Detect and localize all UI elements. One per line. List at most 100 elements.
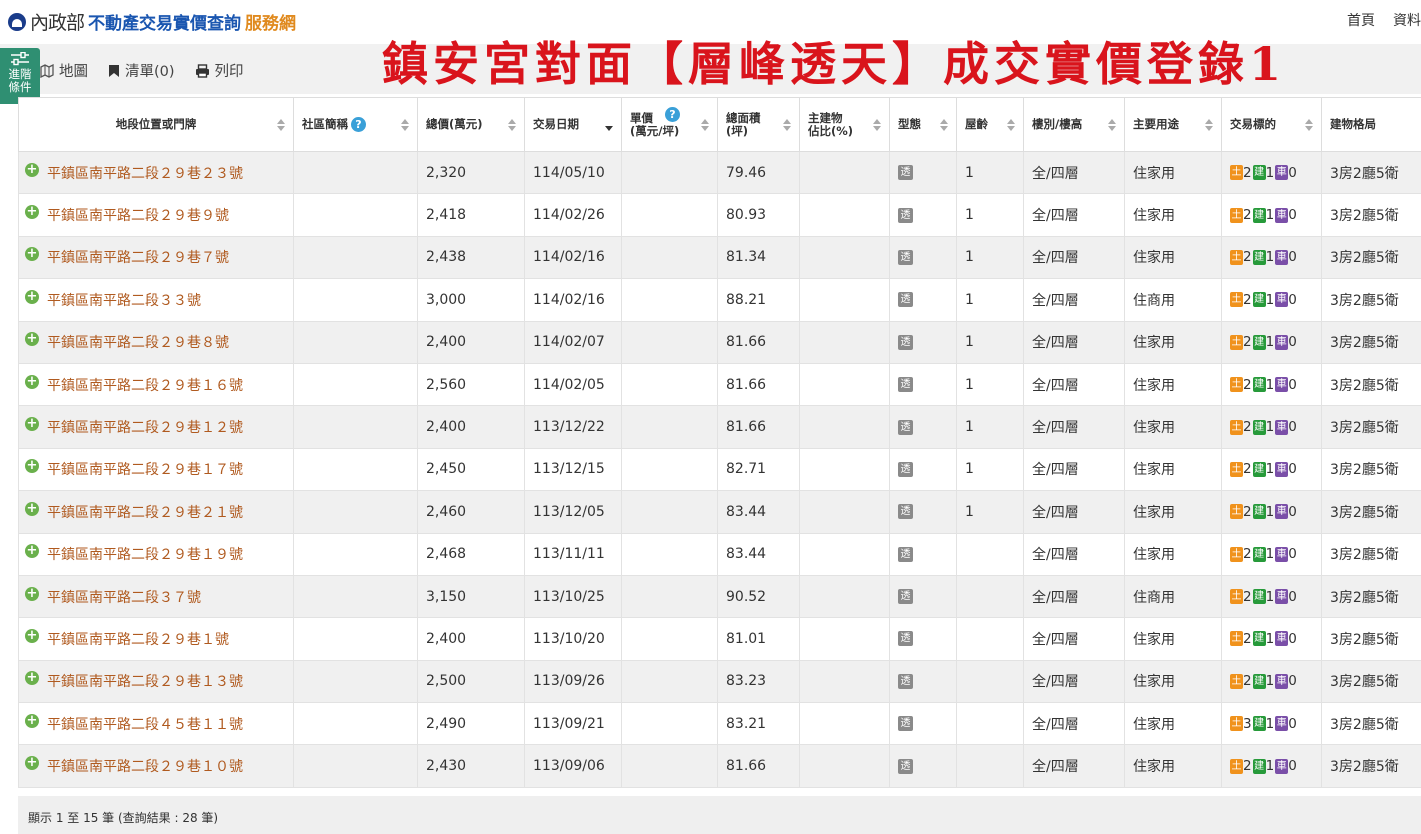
parking-count: 0 — [1288, 673, 1297, 690]
expand-plus-icon[interactable]: + — [25, 162, 39, 177]
cell-address[interactable]: + 平鎮區南平路二段２９巷８號 — [18, 320, 294, 364]
expand-plus-icon[interactable]: + — [25, 374, 39, 389]
cell-address[interactable]: + 平鎮區南平路二段２９巷１０號 — [18, 744, 294, 788]
col-address[interactable]: 地段位置或門牌 — [18, 97, 294, 152]
expand-plus-icon[interactable]: + — [25, 205, 39, 220]
cell-age: 1 — [956, 278, 1024, 322]
map-button[interactable]: 地圖 — [40, 60, 88, 81]
address-text[interactable]: 平鎮區南平路二段２９巷１號 — [47, 632, 229, 648]
col-usage[interactable]: 主要用途 — [1124, 97, 1222, 152]
cell-address[interactable]: + 平鎮區南平路二段２９巷１號 — [18, 617, 294, 661]
cell-address[interactable]: + 平鎮區南平路二段３７號 — [18, 574, 294, 619]
help-icon[interactable]: ? — [351, 117, 366, 132]
cell-target: 土2建1車0 — [1221, 447, 1322, 492]
table-row[interactable]: + 平鎮區南平路二段２９巷９號 2,418 114/02/26 80.93 透 1 全/四層住… — [18, 193, 1421, 237]
expand-plus-icon[interactable]: + — [25, 332, 39, 347]
cell-address[interactable]: + 平鎮區南平路二段２９巷２３號 — [18, 150, 294, 195]
address-text[interactable]: 平鎮區南平路二段４５巷１１號 — [47, 717, 243, 733]
townhouse-type-badge: 透 — [898, 546, 913, 562]
cell-main-ratio — [799, 617, 890, 661]
cell-type: 透 — [889, 659, 957, 704]
col-age[interactable]: 屋齡 — [956, 97, 1024, 152]
col-type[interactable]: 型態 — [889, 97, 957, 152]
expand-plus-icon[interactable]: + — [25, 501, 39, 516]
help-icon[interactable]: ? — [665, 107, 680, 122]
nav-data[interactable]: 資料 — [1393, 10, 1421, 30]
table-row[interactable]: + 平鎮區南平路二段２９巷２３號 2,320 114/05/10 79.46 透 1 全/四層… — [18, 150, 1421, 195]
land-tag-icon: 土 — [1230, 419, 1243, 435]
expand-plus-icon[interactable]: + — [25, 289, 39, 304]
address-text[interactable]: 平鎮區南平路二段２９巷７號 — [47, 250, 229, 266]
col-main-ratio[interactable]: 主建物 佔比(%) — [799, 97, 890, 152]
pagination-summary: 顯示 1 至 15 筆 (查詢結果 : 28 筆) — [28, 811, 219, 825]
address-text[interactable]: 平鎮區南平路二段２９巷１９號 — [47, 547, 243, 563]
address-text[interactable]: 平鎮區南平路二段２９巷１２號 — [47, 420, 243, 436]
list-button[interactable]: 清單(0) — [108, 60, 175, 81]
expand-plus-icon[interactable]: + — [25, 671, 39, 686]
address-text[interactable]: 平鎮區南平路二段３７號 — [47, 590, 201, 606]
parking-count: 0 — [1288, 249, 1297, 266]
table-row[interactable]: + 平鎮區南平路二段２９巷１９號 2,468 113/11/11 83.44 透 全/四層住… — [18, 532, 1421, 576]
address-text[interactable]: 平鎮區南平路二段２９巷１６號 — [47, 378, 243, 394]
land-count: 2 — [1243, 164, 1252, 181]
address-text[interactable]: 平鎮區南平路二段２９巷２３號 — [47, 166, 243, 182]
address-text[interactable]: 平鎮區南平路二段２９巷１７號 — [47, 462, 243, 478]
col-layout[interactable]: 建物格局 — [1321, 97, 1421, 152]
col-total-price[interactable]: 總價(萬元) — [417, 97, 525, 152]
parking-tag-icon: 車 — [1275, 546, 1289, 562]
cell-address[interactable]: + 平鎮區南平路二段２９巷１６號 — [18, 362, 294, 407]
address-text[interactable]: 平鎮區南平路二段２９巷８號 — [47, 335, 229, 351]
cell-address[interactable]: + 平鎮區南平路二段２９巷９號 — [18, 193, 294, 237]
table-row[interactable]: + 平鎮區南平路二段２９巷１０號 2,430 113/09/06 81.66 透 全/四層住… — [18, 744, 1421, 788]
expand-plus-icon[interactable]: + — [25, 544, 39, 559]
expand-plus-icon[interactable]: + — [25, 586, 39, 601]
col-community[interactable]: 社區簡稱? — [293, 97, 418, 152]
site-logo[interactable]: 內政部 不動產交易實價查詢 服務網 — [8, 8, 296, 35]
table-row[interactable]: + 平鎮區南平路二段３３號 3,000 114/02/16 88.21 透 1 全/四層 住商用… — [18, 278, 1421, 322]
address-text[interactable]: 平鎮區南平路二段２９巷９號 — [47, 208, 229, 224]
address-text[interactable]: 平鎮區南平路二段２９巷１３號 — [47, 674, 243, 690]
cell-main-ratio — [799, 362, 890, 407]
expand-plus-icon[interactable]: + — [25, 756, 39, 771]
address-text[interactable]: 平鎮區南平路二段２９巷１０號 — [47, 759, 243, 775]
expand-plus-icon[interactable]: + — [25, 713, 39, 728]
table-row[interactable]: + 平鎮區南平路二段２９巷１號 2,400 113/10/20 81.01 透 全/四層 住家… — [18, 617, 1421, 661]
building-tag-icon: 建 — [1252, 334, 1266, 350]
cell-address[interactable]: + 平鎮區南平路二段２９巷１７號 — [18, 447, 294, 492]
cell-address[interactable]: + 平鎮區南平路二段３３號 — [18, 278, 294, 322]
cell-age: 1 — [956, 405, 1024, 449]
col-area[interactable]: 總面積 (坪) — [717, 97, 800, 152]
col-floor[interactable]: 樓別/樓高 — [1023, 97, 1125, 152]
cell-floor: 全/四層 — [1023, 574, 1125, 619]
col-target[interactable]: 交易標的 — [1221, 97, 1322, 152]
cell-address[interactable]: + 平鎮區南平路二段２９巷１９號 — [18, 532, 294, 576]
col-date[interactable]: 交易日期 — [524, 97, 622, 152]
table-row[interactable]: + 平鎮區南平路二段２９巷１３號 2,500 113/09/26 83.23 透 全/四層住… — [18, 659, 1421, 704]
cell-type: 透 — [889, 617, 957, 661]
nav-home[interactable]: 首頁 — [1347, 10, 1375, 30]
expand-plus-icon[interactable]: + — [25, 459, 39, 474]
address-text[interactable]: 平鎮區南平路二段２９巷２１號 — [47, 505, 243, 521]
building-tag-icon: 建 — [1252, 377, 1266, 393]
cell-address[interactable]: + 平鎮區南平路二段２９巷１２號 — [18, 405, 294, 449]
expand-plus-icon[interactable]: + — [25, 628, 39, 643]
cell-address[interactable]: + 平鎮區南平路二段２９巷２１號 — [18, 490, 294, 534]
table-row[interactable]: + 平鎮區南平路二段２９巷１７號 2,450 113/12/15 82.71 透 1 全/四層… — [18, 447, 1421, 492]
table-row[interactable]: + 平鎮區南平路二段４５巷１１號 2,490 113/09/21 83.21 透 全/四層住… — [18, 702, 1421, 746]
table-row[interactable]: + 平鎮區南平路二段２９巷７號 2,438 114/02/16 81.34 透 1 全/四層住… — [18, 235, 1421, 280]
table-row[interactable]: + 平鎮區南平路二段２９巷１６號 2,560 114/02/05 81.66 透 1 全/四層… — [18, 362, 1421, 407]
col-unit-price[interactable]: 單價 (萬元/坪)? — [621, 97, 718, 152]
table-row[interactable]: + 平鎮區南平路二段２９巷２１號 2,460 113/12/05 83.44 透 1 全/四層… — [18, 490, 1421, 534]
print-button[interactable]: 列印 — [195, 60, 244, 81]
expand-plus-icon[interactable]: + — [25, 247, 39, 262]
address-text[interactable]: 平鎮區南平路二段３３號 — [47, 293, 201, 309]
cell-address[interactable]: + 平鎮區南平路二段２９巷７號 — [18, 235, 294, 280]
table-row[interactable]: + 平鎮區南平路二段３７號 3,150 113/10/25 90.52 透 全/四層 住商用土… — [18, 574, 1421, 619]
table-row[interactable]: + 平鎮區南平路二段２９巷１２號 2,400 113/12/22 81.66 透 1 全/四層… — [18, 405, 1421, 449]
advanced-conditions-button[interactable]: 進階 條件 — [0, 48, 40, 104]
expand-plus-icon[interactable]: + — [25, 417, 39, 432]
cell-address[interactable]: + 平鎮區南平路二段４５巷１１號 — [18, 702, 294, 746]
table-row[interactable]: + 平鎮區南平路二段２９巷８號 2,400 114/02/07 81.66 透 1 全/四層住… — [18, 320, 1421, 364]
cell-address[interactable]: + 平鎮區南平路二段２９巷１３號 — [18, 659, 294, 704]
building-count: 1 — [1265, 207, 1275, 224]
